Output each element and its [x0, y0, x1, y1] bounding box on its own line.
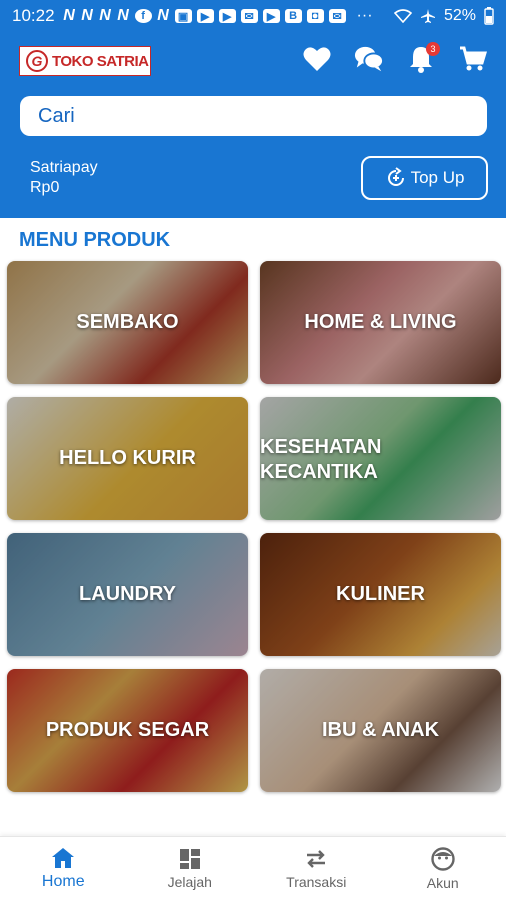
cart-icon: [460, 46, 487, 71]
nav-jelajah[interactable]: Jelajah: [127, 837, 254, 900]
more-notifications-icon: ···: [356, 7, 373, 24]
status-bar: 10:22 N N N N f N ▣ ▶ ▶ ✉ ▶ B ◘ ✉ ··· 52…: [0, 0, 506, 32]
mail-outline-icon: ✉: [328, 9, 346, 23]
menu-item-kuliner[interactable]: KULINER: [260, 533, 501, 656]
topup-icon: [387, 167, 404, 186]
home-icon: [52, 847, 75, 868]
logo-mark-icon: G: [26, 50, 48, 72]
account-face-icon: [431, 846, 455, 871]
menu-item-label-line2: KECANTIKA: [260, 461, 378, 483]
header-actions: 3: [302, 42, 488, 74]
nav-label: Akun: [426, 874, 459, 891]
blue-app-icon: B: [284, 9, 302, 23]
wifi-icon: [393, 9, 412, 23]
status-time: 10:22: [12, 6, 55, 25]
status-notification-icons: N N N N f N ▣ ▶ ▶ ✉ ▶ B ◘ ✉ ···: [63, 7, 373, 25]
battery-percent: 52%: [443, 7, 476, 24]
facebook-icon: f: [134, 9, 152, 23]
menu-item-label: PRODUK SEGAR: [45, 719, 210, 741]
wallet-info[interactable]: Satriapay Rp0: [30, 158, 98, 198]
bag-icon: ◘: [306, 9, 324, 23]
search-input[interactable]: [20, 96, 487, 136]
battery-icon: [484, 7, 494, 25]
cart-button[interactable]: [458, 44, 488, 74]
n-app-icon: N: [63, 7, 75, 24]
notification-badge: 3: [426, 42, 440, 56]
airplane-icon: [420, 9, 435, 23]
menu-item-produk-segar[interactable]: PRODUK SEGAR: [7, 669, 248, 792]
nav-label: Jelajah: [167, 873, 212, 890]
n-app-icon: N: [157, 7, 169, 24]
nav-akun[interactable]: Akun: [380, 837, 506, 900]
toko-satria-logo[interactable]: G TOKO SATRIA: [19, 46, 151, 76]
topup-label: Top Up: [410, 168, 465, 187]
menu-item-label: LAUNDRY: [78, 583, 177, 605]
chat-icon: [354, 46, 384, 72]
n-app-icon: N: [117, 7, 129, 24]
menu-item-home-living[interactable]: HOME & LIVING: [260, 261, 501, 384]
menu-item-sembako[interactable]: SEMBAKO: [7, 261, 248, 384]
image-icon: ▣: [174, 9, 192, 23]
menu-item-label: HOME & LIVING: [304, 311, 457, 333]
nav-transaksi[interactable]: Transaksi: [253, 837, 380, 900]
menu-item-ibu-anak[interactable]: IBU & ANAK: [260, 669, 501, 792]
menu-item-laundry[interactable]: LAUNDRY: [7, 533, 248, 656]
menu-item-label-line1: KESEHATAN: [260, 436, 382, 458]
nav-label: Home: [41, 872, 85, 890]
menu-title: MENU PRODUK: [19, 229, 171, 251]
n-app-icon: N: [99, 7, 111, 24]
wishlist-button[interactable]: [302, 44, 332, 74]
logo-text: TOKO SATRIA: [52, 52, 149, 70]
nav-home[interactable]: Home: [0, 837, 127, 900]
app-header: G TOKO SATRIA 3 Satriapay Rp0 Top Up: [0, 32, 506, 218]
swap-arrows-icon: [307, 849, 326, 868]
dashboard-grid-icon: [179, 848, 200, 869]
n-app-icon: N: [81, 7, 93, 24]
status-right: 52%: [393, 7, 494, 25]
youtube-icon: ▶: [262, 9, 280, 23]
menu-item-hello-kurir[interactable]: HELLO KURIR: [7, 397, 248, 520]
menu-item-label: IBU & ANAK: [321, 719, 440, 741]
wallet-balance: Rp0: [30, 179, 60, 196]
wallet-name: Satriapay: [30, 159, 98, 176]
notification-button[interactable]: 3: [406, 42, 440, 74]
menu-item-label: KULINER: [336, 583, 425, 605]
youtube-icon: ▶: [218, 9, 236, 23]
heart-icon: [303, 47, 331, 71]
nav-label: Transaksi: [286, 873, 347, 890]
youtube-icon: ▶: [196, 9, 214, 23]
menu-item-kesehatan-kecantikan[interactable]: KESEHATAN KECANTIKA: [260, 397, 501, 520]
bottom-navigation: Home Jelajah Transaksi Akun: [0, 836, 506, 900]
menu-item-label: HELLO KURIR: [59, 447, 196, 469]
mail-icon: ✉: [240, 9, 258, 23]
chat-button[interactable]: [354, 44, 384, 74]
topup-button[interactable]: Top Up: [361, 156, 488, 200]
menu-item-label: SEMBAKO: [76, 311, 179, 333]
menu-item-label: KESEHATAN KECANTIKA: [260, 435, 381, 485]
